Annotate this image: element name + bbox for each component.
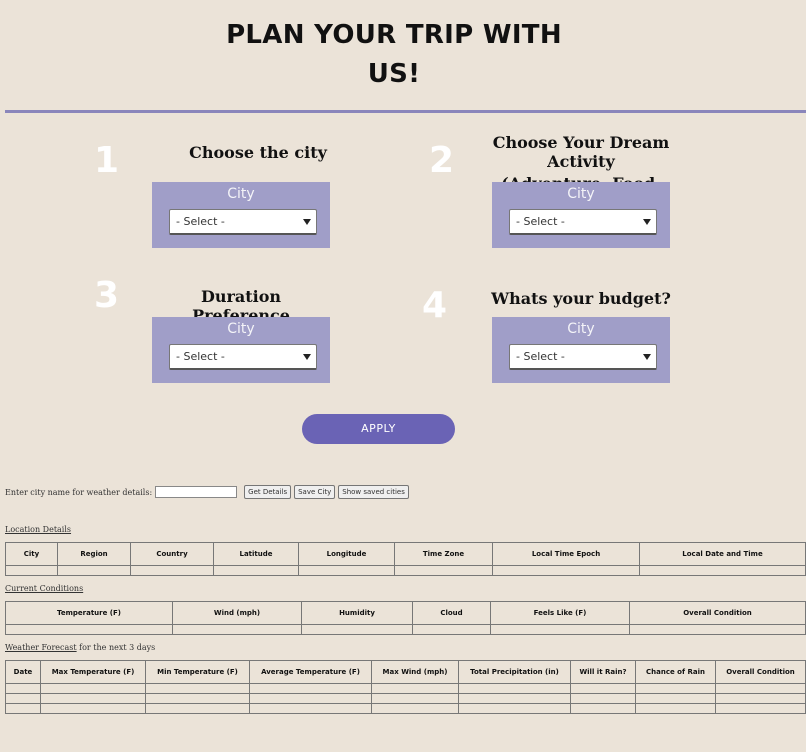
city-weather-input[interactable] bbox=[155, 486, 238, 498]
city-card-label: City bbox=[227, 186, 255, 202]
duration-card-label: City bbox=[227, 321, 255, 337]
col-header: Average Temperature (F) bbox=[249, 660, 372, 684]
activity-card: City - Select - bbox=[492, 182, 670, 248]
col-header: Overall Condition bbox=[715, 660, 806, 684]
location-details-label: Location Details bbox=[5, 525, 72, 534]
step-number-4: 4 bbox=[422, 285, 448, 326]
city-select-value: - Select - bbox=[176, 215, 225, 228]
col-header: Country bbox=[130, 542, 214, 566]
page-title-line1: PLAN YOUR TRIP WITH bbox=[226, 20, 562, 50]
budget-card-label: City bbox=[567, 321, 595, 337]
duration-select-value: - Select - bbox=[176, 350, 225, 363]
city-select[interactable]: - Select - bbox=[169, 209, 317, 235]
chevron-down-icon bbox=[303, 354, 311, 360]
col-header: Humidity bbox=[301, 601, 413, 625]
col-header: Date bbox=[5, 660, 41, 684]
activity-select-value: - Select - bbox=[516, 215, 565, 228]
step-number-3: 3 bbox=[94, 275, 120, 316]
chevron-down-icon bbox=[643, 354, 651, 360]
step-number-2: 2 bbox=[429, 140, 455, 181]
weather-forecast-label: Weather Forecast for the next 3 days bbox=[5, 643, 156, 652]
step-title-budget: Whats your budget? bbox=[491, 289, 671, 308]
activity-card-label: City bbox=[567, 186, 595, 202]
current-conditions-label: Current Conditions bbox=[5, 584, 84, 593]
table-row bbox=[5, 693, 806, 704]
weather-prompt-label: Enter city name for weather details: bbox=[5, 487, 153, 497]
col-header: Max Wind (mph) bbox=[371, 660, 459, 684]
col-header: Chance of Rain bbox=[635, 660, 716, 684]
chevron-down-icon bbox=[643, 219, 651, 225]
col-header: Local Time Epoch bbox=[492, 542, 640, 566]
col-header: Region bbox=[57, 542, 131, 566]
city-card: City - Select - bbox=[152, 182, 330, 248]
apply-button[interactable]: APPLY bbox=[302, 414, 455, 444]
show-saved-cities-button[interactable]: Show saved cities bbox=[338, 485, 409, 499]
budget-select-value: - Select - bbox=[516, 350, 565, 363]
col-header: Local Date and Time bbox=[639, 542, 806, 566]
col-header: Time Zone bbox=[394, 542, 493, 566]
weather-forecast-link[interactable]: Weather Forecast bbox=[5, 643, 77, 652]
save-city-button[interactable]: Save City bbox=[294, 485, 336, 499]
table-row bbox=[5, 565, 806, 576]
col-header: City bbox=[5, 542, 58, 566]
step-number-1: 1 bbox=[94, 140, 120, 181]
col-header: Will it Rain? bbox=[570, 660, 636, 684]
duration-select[interactable]: - Select - bbox=[169, 344, 317, 370]
budget-card: City - Select - bbox=[492, 317, 670, 383]
col-header: Overall Condition bbox=[629, 601, 806, 625]
col-header: Cloud bbox=[412, 601, 491, 625]
col-header: Feels Like (F) bbox=[490, 601, 630, 625]
get-details-button[interactable]: Get Details bbox=[244, 485, 292, 499]
page-title-line2: US! bbox=[367, 59, 421, 89]
weather-forecast-table: Date Max Temperature (F) Min Temperature… bbox=[5, 660, 806, 714]
current-conditions-table: Temperature (F) Wind (mph) Humidity Clou… bbox=[5, 601, 806, 635]
chevron-down-icon bbox=[303, 219, 311, 225]
step-title-activity-line1: Choose Your Dream Activity bbox=[492, 133, 670, 171]
col-header: Longitude bbox=[298, 542, 395, 566]
table-row bbox=[5, 703, 806, 714]
location-details-table: City Region Country Latitude Longitude T… bbox=[5, 542, 806, 576]
col-header: Min Temperature (F) bbox=[145, 660, 250, 684]
activity-select[interactable]: - Select - bbox=[509, 209, 657, 235]
col-header: Wind (mph) bbox=[172, 601, 302, 625]
col-header: Max Temperature (F) bbox=[40, 660, 146, 684]
col-header: Total Precipitation (in) bbox=[458, 660, 571, 684]
step-title-city: Choose the city bbox=[189, 143, 327, 162]
weather-search-row: Enter city name for weather details: Get… bbox=[5, 485, 409, 499]
page-header: PLAN YOUR TRIP WITH US! bbox=[5, 0, 806, 113]
col-header: Latitude bbox=[213, 542, 299, 566]
col-header: Temperature (F) bbox=[5, 601, 173, 625]
duration-card: City - Select - bbox=[152, 317, 330, 383]
budget-select[interactable]: - Select - bbox=[509, 344, 657, 370]
table-row bbox=[5, 683, 806, 694]
table-row bbox=[5, 624, 806, 635]
